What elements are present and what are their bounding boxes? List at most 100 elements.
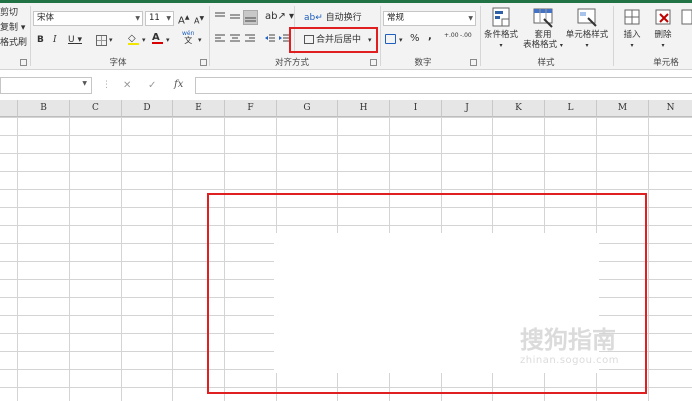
col-header-h[interactable]: H xyxy=(338,100,390,117)
fill-color-dropdown-icon[interactable]: ▾ xyxy=(142,33,146,47)
group-separator xyxy=(30,6,31,66)
phonetic-dropdown-icon[interactable]: ▾ xyxy=(198,33,202,47)
currency-dropdown-icon[interactable]: ▾ xyxy=(399,33,403,47)
decrease-indent-icon[interactable] xyxy=(264,34,276,47)
name-box[interactable]: ▼ xyxy=(0,77,92,94)
watermark: 搜狗指南 zhinan.sogou.com xyxy=(520,320,619,366)
format-cells-button[interactable] xyxy=(680,6,692,31)
insert-function-label: fx xyxy=(174,79,184,90)
cut-button[interactable]: 剪切 xyxy=(0,6,18,20)
col-header-g[interactable]: G xyxy=(277,100,338,117)
col-header-l[interactable]: L xyxy=(545,100,597,117)
font-group-label: 字体 xyxy=(109,58,127,68)
col-header-label: C xyxy=(92,103,99,113)
italic-button[interactable]: I xyxy=(53,33,57,47)
column-gridline xyxy=(121,117,122,401)
underline-label: U xyxy=(68,35,75,45)
border-dropdown-icon[interactable]: ▾ xyxy=(109,33,113,47)
clipboard-launcher-icon[interactable] xyxy=(20,59,27,66)
col-header-d[interactable]: D xyxy=(122,100,173,117)
grow-font-button[interactable]: A▲ xyxy=(178,11,189,28)
col-header-label: G xyxy=(303,103,311,113)
conditional-format-button[interactable]: 条件格式 ▾ xyxy=(482,6,520,51)
top-align-icon[interactable] xyxy=(214,12,226,25)
watermark-sub: zhinan.sogou.com xyxy=(520,355,620,366)
font-color-dropdown-icon[interactable]: ▾ xyxy=(166,33,170,47)
decrease-decimal-button[interactable]: -.00 xyxy=(460,32,472,39)
ribbon-accent-line xyxy=(0,0,692,3)
row-header-corner[interactable] xyxy=(0,100,18,117)
format-as-table-button[interactable]: 套用 表格格式 ▾ xyxy=(522,6,564,51)
col-header-k[interactable]: K xyxy=(493,100,545,117)
col-header-i[interactable]: I xyxy=(390,100,442,117)
cancel-icon[interactable]: ✕ xyxy=(123,80,131,91)
col-header-label: H xyxy=(359,103,368,113)
align-left-icon[interactable] xyxy=(214,34,226,47)
col-header-j[interactable]: J xyxy=(442,100,493,117)
delete-cells-label: 删除 xyxy=(654,30,672,40)
format-painter-button[interactable]: 格式刷 xyxy=(0,36,27,50)
format-cells-icon xyxy=(681,9,692,25)
col-header-b[interactable]: B xyxy=(18,100,70,117)
italic-label: I xyxy=(53,35,57,45)
percent-button[interactable]: % xyxy=(410,32,420,46)
col-header-label: F xyxy=(247,103,254,113)
cell-styles-icon xyxy=(577,8,597,27)
percent-label: % xyxy=(410,33,420,44)
col-header-label: M xyxy=(617,103,628,113)
increase-decimal-button[interactable]: +.00 xyxy=(444,32,459,39)
font-color-label: A xyxy=(152,32,160,43)
dropdown-arrow-icon: ▾ xyxy=(630,42,634,49)
format-as-table-label-line2: 表格格式 xyxy=(523,40,558,50)
orientation-icon[interactable]: ab↗ ▾ xyxy=(265,10,294,24)
font-launcher-icon[interactable] xyxy=(200,59,207,66)
confirm-icon[interactable]: ✓ xyxy=(148,80,156,91)
currency-icon[interactable] xyxy=(385,34,396,44)
border-icon[interactable] xyxy=(96,35,107,46)
insert-function-icon[interactable]: fx xyxy=(174,79,183,90)
bottom-align-icon[interactable] xyxy=(243,10,258,25)
delete-cells-button[interactable]: 删除 ▾ xyxy=(648,6,678,51)
group-separator xyxy=(613,6,614,66)
formula-input[interactable] xyxy=(195,77,692,94)
cut-label: 剪切 xyxy=(0,8,19,18)
number-launcher-icon[interactable] xyxy=(470,59,477,66)
cells-group-label: 单元格 xyxy=(653,58,679,68)
more-icon: ⋮ xyxy=(102,80,111,90)
font-size-combo[interactable]: 11 ▼ xyxy=(145,11,174,26)
comma-button[interactable]: , xyxy=(428,30,432,44)
bold-button[interactable]: B xyxy=(37,33,44,47)
format-as-table-label-line1: 套用 xyxy=(534,30,552,40)
underline-button[interactable]: U ▾ xyxy=(68,33,82,47)
wrap-text-button[interactable]: ab↵ 自动换行 xyxy=(304,11,362,25)
align-right-icon[interactable] xyxy=(244,34,256,47)
align-center-icon[interactable] xyxy=(229,34,241,47)
middle-align-icon[interactable] xyxy=(229,12,241,25)
fill-color-icon[interactable]: ◇ xyxy=(128,32,139,45)
col-header-n[interactable]: N xyxy=(649,100,692,117)
phonetic-button[interactable]: wén 文 xyxy=(182,30,194,45)
col-header-f[interactable]: F xyxy=(225,100,277,117)
col-header-label: B xyxy=(40,103,47,113)
number-format-value: 常规 xyxy=(387,13,405,23)
font-name-combo[interactable]: 宋体 ▼ xyxy=(33,11,143,26)
shrink-font-button[interactable]: A▼ xyxy=(194,12,204,29)
number-format-combo[interactable]: 常规 ▼ xyxy=(383,11,476,26)
cell-styles-button[interactable]: 单元格样式 ▾ xyxy=(564,6,610,51)
wrap-text-label: 自动换行 xyxy=(325,13,362,23)
font-size-value: 11 xyxy=(149,13,160,23)
font-color-button[interactable]: A xyxy=(152,31,163,44)
col-header-m[interactable]: M xyxy=(597,100,649,117)
insert-cells-button[interactable]: 插入 ▾ xyxy=(616,6,648,51)
col-header-e[interactable]: E xyxy=(173,100,225,117)
group-separator xyxy=(209,6,210,66)
col-header-c[interactable]: C xyxy=(70,100,122,117)
copy-button[interactable]: 复制 ▾ xyxy=(0,21,25,35)
confirm-glyph: ✓ xyxy=(148,80,157,91)
format-painter-label: 格式刷 xyxy=(0,38,28,48)
copy-label: 复制 xyxy=(0,23,19,33)
alignment-launcher-icon[interactable] xyxy=(370,59,377,66)
col-header-label: D xyxy=(143,103,151,113)
column-gridline xyxy=(648,117,649,401)
col-header-label: K xyxy=(515,103,522,113)
